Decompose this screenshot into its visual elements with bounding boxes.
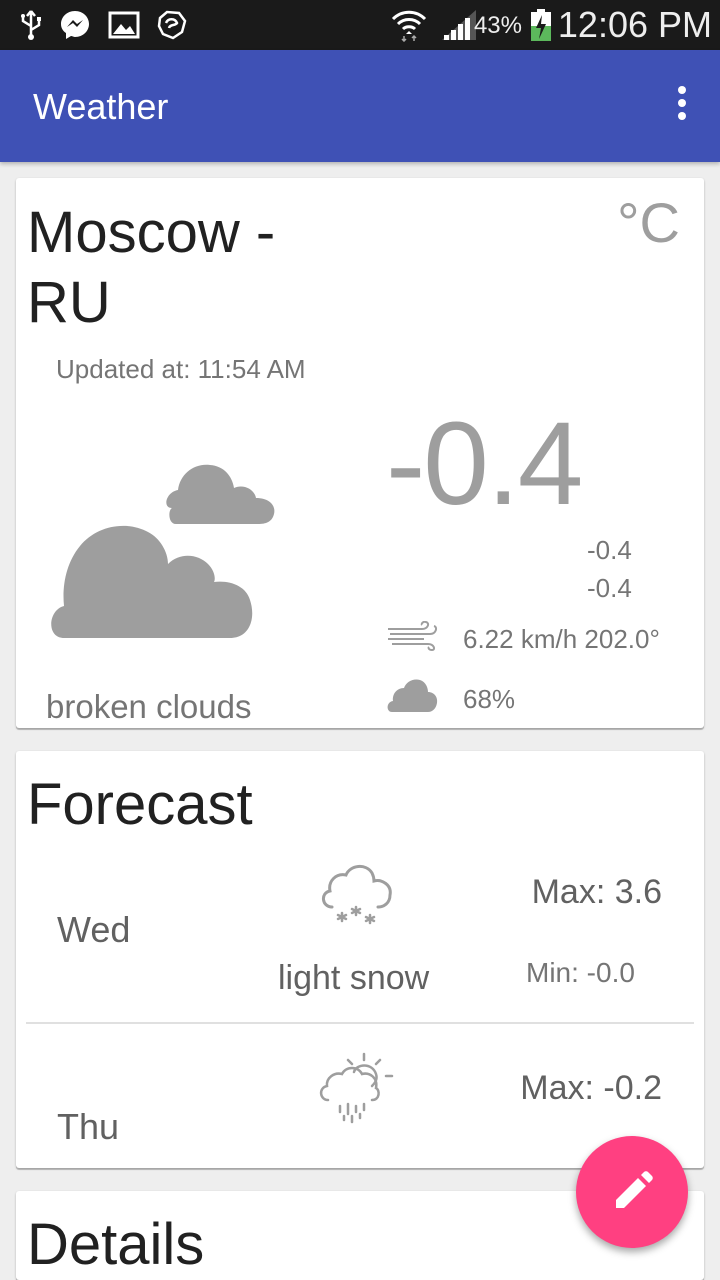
humidity: 68% <box>463 684 516 714</box>
forecast-title: Forecast <box>27 772 253 837</box>
gallery-icon <box>108 11 140 39</box>
more-vert-icon[interactable] <box>670 86 694 126</box>
signal-icon <box>442 10 476 40</box>
app-title: Weather <box>33 86 169 127</box>
app-bar: Weather <box>0 50 720 162</box>
forecast-day: Wed <box>57 909 131 950</box>
broken-clouds-icon <box>51 464 275 638</box>
forecast-description: light snow <box>278 959 430 997</box>
forecast-max: Max: 3.6 <box>531 873 662 911</box>
status-bar: 43% 12:06 PM <box>0 0 720 50</box>
forecast-day: Thu <box>57 1106 120 1147</box>
temp-min: -0.4 <box>587 573 632 603</box>
forecast-min: Min: -0.0 <box>526 957 635 988</box>
battery-charging-icon <box>531 9 551 41</box>
snow-cloud-icon <box>322 865 392 925</box>
battery-percent: 43% <box>473 12 522 39</box>
wifi-icon <box>391 10 427 42</box>
forecast-row[interactable]: Thu Max: -0.2 <box>26 1024 694 1168</box>
details-title: Details <box>27 1212 205 1277</box>
forecast-card: Forecast Wed light snow Max: 3.6 Min: -0… <box>16 751 704 1168</box>
edit-fab-button[interactable] <box>576 1136 688 1248</box>
humidity-cloud-icon <box>387 679 438 712</box>
edit-pencil-icon <box>616 1171 653 1208</box>
forecast-row[interactable]: Wed light snow Max: 3.6 Min: -0.0 <box>26 849 694 1024</box>
current-weather-card: Moscow - RU °C Updated at: 11:54 AM brok… <box>16 178 704 728</box>
usb-icon <box>21 10 41 40</box>
app-icon <box>157 10 187 40</box>
temp-max: -0.4 <box>587 535 632 565</box>
forecast-max: Max: -0.2 <box>520 1069 662 1107</box>
wind-speed: 6.22 km/h 202.0° <box>463 624 660 654</box>
updated-time: Updated at: 11:54 AM <box>56 354 306 384</box>
temperature-unit[interactable]: °C <box>617 190 680 255</box>
clock-time: 12:06 PM <box>557 4 712 45</box>
current-temperature: -0.4 <box>386 398 583 530</box>
city-name: Moscow - RU <box>27 200 276 335</box>
wind-icon <box>388 621 438 651</box>
weather-description: broken clouds <box>46 688 252 725</box>
messenger-icon <box>61 11 89 39</box>
sun-rain-cloud-icon <box>319 1052 394 1124</box>
